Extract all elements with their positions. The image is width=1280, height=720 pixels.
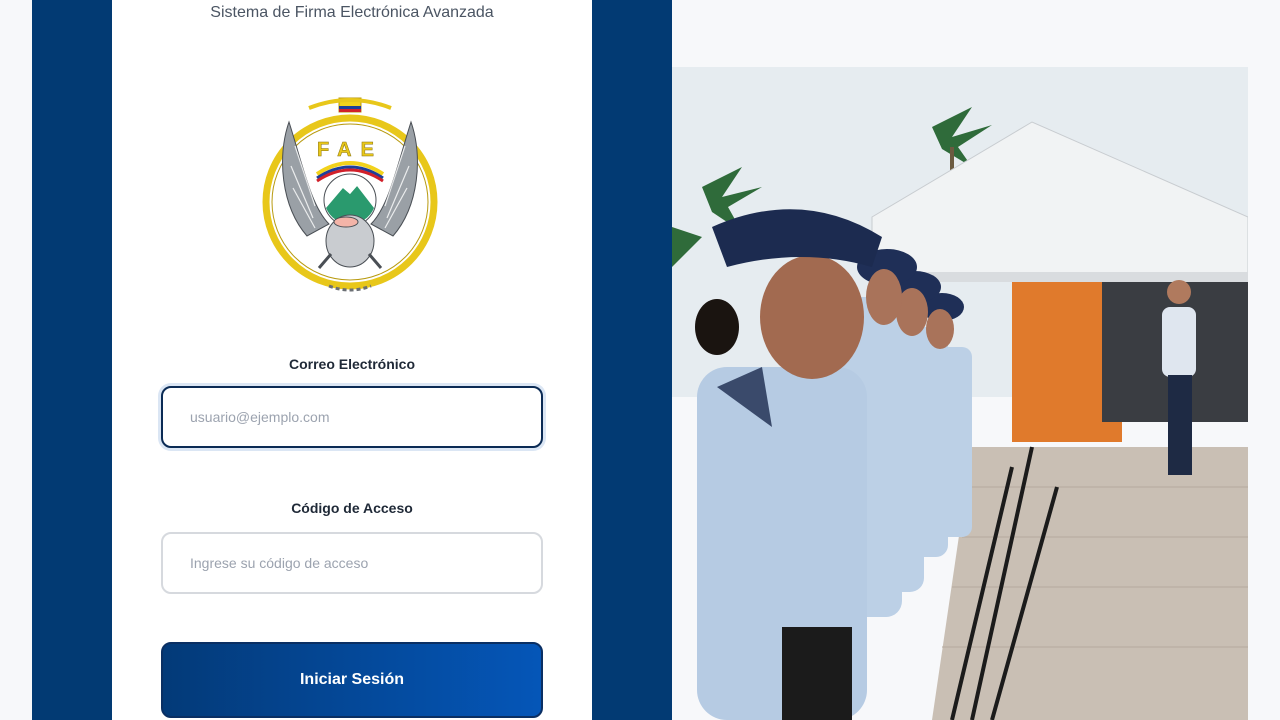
access-code-label: Código de Acceso [291,500,413,516]
email-field[interactable] [161,386,543,448]
access-code-field[interactable] [161,532,543,594]
page-subtitle: Sistema de Firma Electrónica Avanzada [210,4,494,21]
login-card: Sistema de Firma Electrónica Avanzada FA… [112,0,592,720]
military-parade-photo [672,67,1248,720]
login-button[interactable]: Iniciar Sesión [161,642,543,718]
email-label: Correo Electrónico [288,356,416,372]
access-code-input[interactable] [188,554,522,572]
email-input[interactable] [188,408,522,426]
fae-emblem-logo: FAE [262,97,438,292]
logo-text: FAE [317,139,383,161]
